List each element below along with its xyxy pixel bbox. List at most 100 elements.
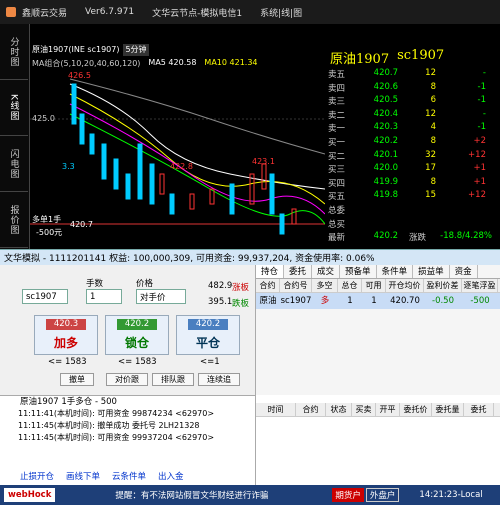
- quote-code: sc1907: [397, 48, 445, 63]
- last-price-row: 最新 420.2 涨跌 -18.8/4.28%: [328, 231, 498, 243]
- tab-position-1[interactable]: 委托: [284, 265, 313, 278]
- close-label: 平仓: [195, 336, 220, 350]
- quote-row[interactable]: 卖一 420.3 4 -1: [328, 122, 498, 134]
- quote-row-change: +12: [468, 190, 486, 201]
- log-line: 11:11:45(本机时间): 撤单成功 委托号 2LH21328: [18, 421, 200, 430]
- column-header[interactable]: 合约: [296, 403, 326, 416]
- column-header[interactable]: 委托量: [432, 403, 464, 416]
- quote-row[interactable]: 买二 420.1 32 +12: [328, 150, 498, 162]
- clock: 14:21:23-Local: [419, 490, 483, 500]
- lock-label: 锁仓: [124, 336, 149, 350]
- tab-quote[interactable]: 报价图: [0, 192, 28, 248]
- account-status: 文华模拟 - 1111201141 权益: 100,000,309, 可用资金:…: [0, 249, 500, 265]
- column-header[interactable]: 状态: [326, 403, 352, 416]
- quote-row-change: -: [482, 108, 486, 119]
- quote-row[interactable]: 买一 420.2 8 +2: [328, 136, 498, 148]
- contract-input[interactable]: sc1907: [22, 289, 68, 304]
- table-cell: 原油: [259, 296, 277, 306]
- quote-row-change: -: [482, 68, 486, 78]
- table-cell: 多: [320, 296, 330, 306]
- quote-row[interactable]: 总委: [328, 204, 498, 216]
- quote-row-volume: 32: [425, 149, 436, 160]
- quote-row[interactable]: 卖三 420.5 6 -1: [328, 95, 498, 107]
- menu-text[interactable]: 系统|线|图: [260, 6, 302, 19]
- column-header[interactable]: 逐笔浮盈: [462, 279, 498, 292]
- fraud-notice: 提醒：有不法网站假冒文华财经进行诈骗: [115, 491, 269, 501]
- quote-row-price: 420.0: [373, 163, 398, 174]
- table-cell: -500: [470, 296, 490, 306]
- tab-kline[interactable]: K线图: [0, 80, 28, 136]
- buy-button[interactable]: 420.3 加多: [34, 315, 98, 355]
- lock-button[interactable]: 420.2 锁仓: [105, 315, 169, 355]
- queue-button[interactable]: 排队跟: [152, 373, 194, 386]
- quote-row-price: 420.2: [373, 136, 398, 146]
- price-select[interactable]: 对手价: [136, 289, 186, 304]
- column-header[interactable]: 开平: [376, 403, 400, 416]
- quote-row[interactable]: 卖四 420.6 8 -1: [328, 82, 498, 94]
- futures-account-badge[interactable]: 期货户: [332, 488, 364, 502]
- quote-row-price: [362, 204, 398, 216]
- column-header[interactable]: 买卖: [352, 403, 376, 416]
- column-header[interactable]: 合约: [256, 279, 280, 292]
- column-header[interactable]: 时间: [256, 403, 296, 416]
- quote-row-volume: 15: [425, 190, 436, 201]
- close-button[interactable]: 420.2 平仓: [176, 315, 240, 355]
- tab-position-5[interactable]: 损益单: [413, 265, 450, 278]
- tab-flash[interactable]: 闪电图: [0, 136, 28, 192]
- chase-button[interactable]: 连续追: [198, 373, 240, 386]
- column-header[interactable]: 合约号: [280, 279, 312, 292]
- tab-position-6[interactable]: 资金: [450, 265, 478, 278]
- quote-row-volume: 8: [430, 136, 436, 146]
- svg-text:426.5: 426.5: [68, 71, 91, 80]
- limit-up-tag: 涨板: [232, 283, 250, 293]
- quote-row-volume: 8: [430, 176, 436, 187]
- quote-row-price: [362, 218, 398, 230]
- funds-link[interactable]: 出入金: [158, 470, 184, 482]
- column-header[interactable]: 盈利价差: [424, 279, 462, 292]
- draw-order-link[interactable]: 画线下单: [66, 470, 100, 482]
- last-price: 420.2: [373, 231, 398, 241]
- follow-price-button[interactable]: 对价跟: [106, 373, 148, 386]
- quote-row[interactable]: 买四 419.9 8 +1: [328, 177, 498, 189]
- change-value: -18.8/4.28%: [440, 231, 492, 241]
- quote-row[interactable]: 买三 420.0 17 +1: [328, 163, 498, 175]
- column-header[interactable]: 多空: [312, 279, 338, 292]
- positions-panel: 持仓 委托 成交 预备单 条件单 损益单 资金 合约 合约号 多空 总仓 可用 开仓均价 盈利价差 逐笔浮…: [255, 265, 500, 395]
- quote-row[interactable]: 卖五 420.7 12 -: [328, 68, 498, 80]
- column-header[interactable]: 开仓均价: [386, 279, 424, 292]
- tab-timeshare[interactable]: 分时图: [0, 24, 28, 80]
- app-name: 鑫顺云交易: [22, 8, 68, 19]
- quote-row[interactable]: 卖二 420.4 12 -: [328, 109, 498, 121]
- quote-row-label: 卖三: [328, 97, 346, 108]
- kline-chart[interactable]: 原油1907(INE sc1907) 5分钟 MA组合(5,10,20,40,6…: [30, 24, 325, 249]
- quote-title: 原油1907 sc1907: [326, 48, 500, 67]
- column-header[interactable]: 总仓: [338, 279, 362, 292]
- account-status-text: 文华模拟 - 1111201141 权益: 100,000,309, 可用资金:…: [4, 254, 375, 264]
- quote-row-price: 420.6: [373, 81, 398, 92]
- lots-input[interactable]: 1: [86, 289, 122, 304]
- change-label: 涨跌: [408, 233, 426, 243]
- quote-row[interactable]: 总买: [328, 218, 498, 230]
- quote-row[interactable]: 买五 419.8 15 +12: [328, 190, 498, 202]
- table-row[interactable]: 原油 sc1907 多 1 1 420.70 -0.50 -500: [256, 293, 500, 309]
- app-version: Ver6.7.971: [85, 7, 135, 17]
- quote-row-volume: 4: [430, 122, 436, 133]
- cancel-order-button[interactable]: 撤单: [60, 373, 94, 386]
- cloud-order-link[interactable]: 云条件单: [112, 470, 146, 482]
- svg-text:3.3: 3.3: [62, 162, 75, 171]
- limit-up-value: 482.9: [208, 281, 233, 291]
- quote-row-change: -1: [477, 81, 486, 92]
- tab-position-2[interactable]: 成交: [312, 265, 341, 278]
- column-header[interactable]: 委托价: [400, 403, 432, 416]
- stop-loss-link[interactable]: 止损开仓: [20, 470, 54, 482]
- quote-row-volume: 6: [430, 95, 436, 106]
- quote-row-label: 总委: [328, 206, 346, 216]
- tab-position-3[interactable]: 预备单: [340, 265, 377, 278]
- tab-position-0[interactable]: 持仓: [256, 265, 285, 278]
- table-cell: 1: [371, 296, 377, 306]
- column-header[interactable]: 委托: [464, 403, 494, 416]
- quote-row-label: 买五: [328, 192, 346, 203]
- column-header[interactable]: 可用: [362, 279, 386, 292]
- external-account-badge[interactable]: 外盘户: [365, 488, 400, 502]
- tab-position-4[interactable]: 条件单: [377, 265, 414, 278]
